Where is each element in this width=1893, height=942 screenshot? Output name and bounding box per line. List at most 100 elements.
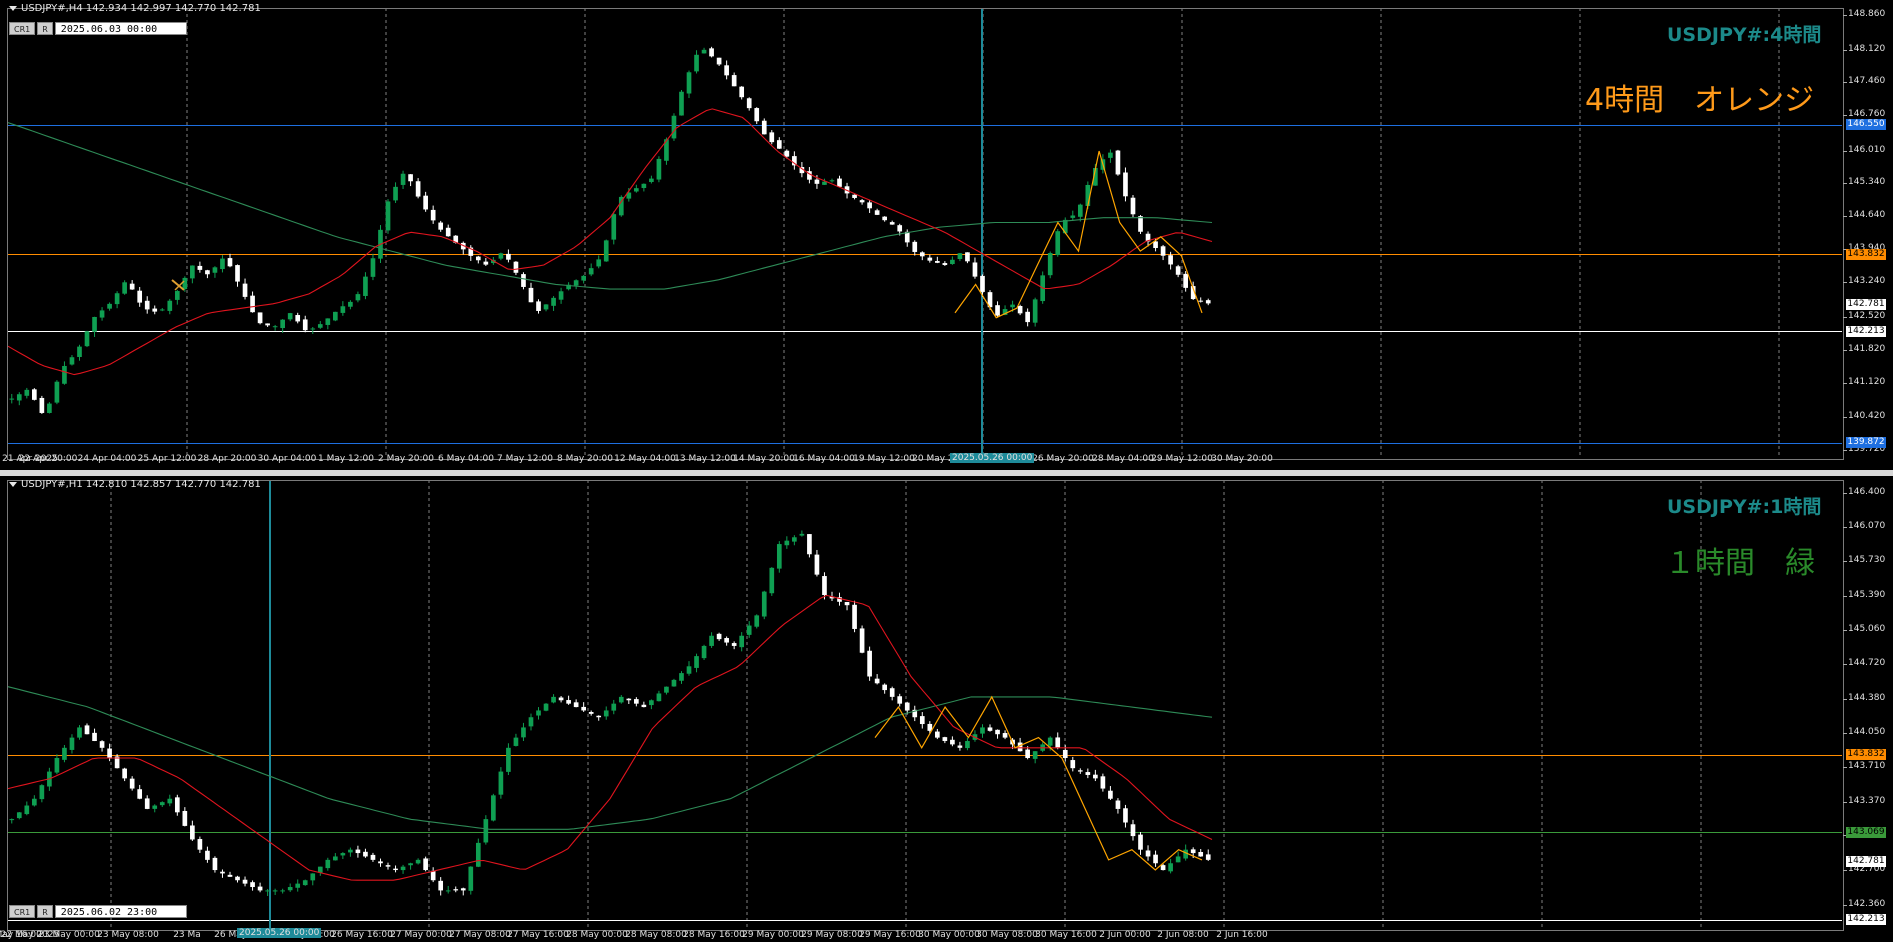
time-axis-label: 28 Apr 20:00: [197, 454, 257, 464]
price-tag: 142.213: [1846, 914, 1886, 925]
price-axis-tick: [1843, 317, 1847, 318]
time-axis-label: 28 May 00:00: [566, 930, 628, 940]
price-axis-tick: [1843, 561, 1847, 562]
price-axis-label: 146.400: [1848, 487, 1886, 497]
price-axis-tick: [1843, 417, 1847, 418]
price-axis-tick: [1843, 216, 1847, 217]
time-axis-label: 7 May 12:00: [497, 454, 553, 464]
price-axis-label: 146.010: [1848, 145, 1886, 155]
price-axis-label: 148.120: [1848, 44, 1886, 54]
h4-symbol-header: USDJPY#,H4 142.934 142.997 142.770 142.7…: [9, 3, 261, 14]
menu-triangle-icon[interactable]: [9, 5, 17, 11]
time-axis-label: 27 May 08:00: [449, 930, 511, 940]
price-tag: 143.069: [1846, 827, 1886, 838]
h1-ohlc-text: USDJPY#,H1 142.810 142.857 142.770 142.7…: [21, 479, 261, 490]
price-axis-label: 143.370: [1848, 796, 1886, 806]
time-axis-label: 12 May 04:00: [614, 454, 676, 464]
h1-symbol-header: USDJPY#,H1 142.810 142.857 142.770 142.7…: [9, 479, 261, 490]
price-axis-label: 145.340: [1848, 177, 1886, 187]
time-axis-label: 29 May 08:00: [801, 930, 863, 940]
time-axis-label: 22 Apr 20:00: [18, 454, 78, 464]
h4-cursor-time-label: 2025.05.26 00:00: [950, 453, 1035, 463]
h4-date-field[interactable]: 2025.06.03 00:00: [54, 22, 187, 35]
price-axis-tick: [1843, 15, 1847, 16]
time-axis-label: 30 May 08:00: [976, 930, 1038, 940]
time-axis-label: 16 May 04:00: [793, 454, 855, 464]
price-tag: 139.872: [1846, 437, 1886, 448]
price-axis-label: 146.070: [1848, 521, 1886, 531]
h1-timeframe-label: １時間 緑: [1665, 546, 1815, 581]
h1-chart-pane[interactable]: USDJPY#,H1 142.810 142.857 142.770 142.7…: [0, 476, 1893, 942]
price-axis-label: 147.460: [1848, 76, 1886, 86]
price-axis-tick: [1843, 183, 1847, 184]
time-axis-label: 29 May 12:00: [1151, 454, 1213, 464]
h4-toolbar: CR1 R 2025.06.03 00:00: [9, 22, 187, 35]
time-axis-label: 1 May 12:00: [318, 454, 374, 464]
price-tag: 143.832: [1846, 749, 1886, 760]
price-axis-label: 144.380: [1848, 693, 1886, 703]
price-axis-tick: [1843, 699, 1847, 700]
price-axis-tick: [1843, 905, 1847, 906]
time-axis-label: 29 May 00:00: [742, 930, 804, 940]
time-axis-label: 28 May 16:00: [683, 930, 745, 940]
time-axis-label: 28 May 08:00: [625, 930, 687, 940]
price-tag: 142.781: [1846, 299, 1886, 310]
time-axis-label: 30 Apr 04:00: [257, 454, 317, 464]
price-axis-tick: [1843, 733, 1847, 734]
price-axis-tick: [1843, 450, 1847, 451]
price-axis-label: 145.730: [1848, 555, 1886, 565]
price-axis-label: 142.520: [1848, 311, 1886, 321]
time-axis-label: 30 May 20:00: [1211, 454, 1273, 464]
price-axis-tick: [1843, 115, 1847, 116]
price-axis-tick: [1843, 151, 1847, 152]
h4-chart-pane[interactable]: USDJPY#,H4 142.934 142.997 142.770 142.7…: [0, 0, 1893, 470]
h1-cr1-button[interactable]: CR1: [9, 905, 36, 918]
price-axis-label: 145.060: [1848, 624, 1886, 634]
price-axis-tick: [1843, 630, 1847, 631]
h1-plot-frame: [7, 480, 1844, 931]
time-axis-label: 30 May 16:00: [1035, 930, 1097, 940]
price-axis-label: 144.640: [1848, 210, 1886, 220]
price-axis-tick: [1843, 50, 1847, 51]
price-axis-label: 141.820: [1848, 344, 1886, 354]
time-axis-label: 6 May 04:00: [438, 454, 494, 464]
price-axis-label: 140.420: [1848, 411, 1886, 421]
price-axis-tick: [1843, 527, 1847, 528]
h4-ohlc-text: USDJPY#,H4 142.934 142.997 142.770 142.7…: [21, 3, 261, 14]
price-axis-tick: [1843, 282, 1847, 283]
price-axis-tick: [1843, 870, 1847, 871]
h1-chart-title: USDJPY#:1時間: [1667, 496, 1822, 518]
price-axis-label: 143.710: [1848, 761, 1886, 771]
time-axis-label: 2 Jun 00:00: [1099, 930, 1151, 940]
time-axis-label: 27 May 16:00: [507, 930, 569, 940]
price-axis-label: 142.360: [1848, 899, 1886, 909]
time-axis-label: 13 May 12:00: [674, 454, 736, 464]
h1-cursor-time-label: 2025.05.26 00:00: [237, 928, 322, 938]
h1-toolbar: CR1 R 2025.06.02 23:00: [9, 905, 187, 918]
time-axis-label: 26 May 16:00: [331, 930, 393, 940]
price-axis-tick: [1843, 383, 1847, 384]
time-axis-label: 24 Apr 04:00: [77, 454, 137, 464]
time-axis-label: 19 May 12:00: [853, 454, 915, 464]
h4-r-button[interactable]: R: [37, 22, 53, 35]
h4-chart-title: USDJPY#:4時間: [1667, 24, 1822, 46]
time-axis-label: 14 May 20:00: [733, 454, 795, 464]
price-axis-label: 146.760: [1848, 109, 1886, 119]
price-tag: 146.550: [1846, 119, 1886, 130]
time-axis-label: 27 May 00:00: [390, 930, 452, 940]
time-axis-label: 2 May 20:00: [378, 454, 434, 464]
price-axis-tick: [1843, 596, 1847, 597]
h4-cr1-button[interactable]: CR1: [9, 22, 36, 35]
h1-r-button[interactable]: R: [37, 905, 53, 918]
price-axis-tick: [1843, 493, 1847, 494]
price-axis-label: 144.050: [1848, 727, 1886, 737]
time-axis-label: 26 May 20:00: [1032, 454, 1094, 464]
price-axis-label: 144.720: [1848, 658, 1886, 668]
time-axis-label: 23 May 00:00: [38, 930, 100, 940]
h1-date-field[interactable]: 2025.06.02 23:00: [54, 905, 187, 918]
price-axis-tick: [1843, 350, 1847, 351]
price-tag: 143.832: [1846, 249, 1886, 260]
time-axis-label: 23 May 08:00: [97, 930, 159, 940]
menu-triangle-icon[interactable]: [9, 481, 17, 487]
time-axis-label: 2 Jun 08:00: [1157, 930, 1209, 940]
